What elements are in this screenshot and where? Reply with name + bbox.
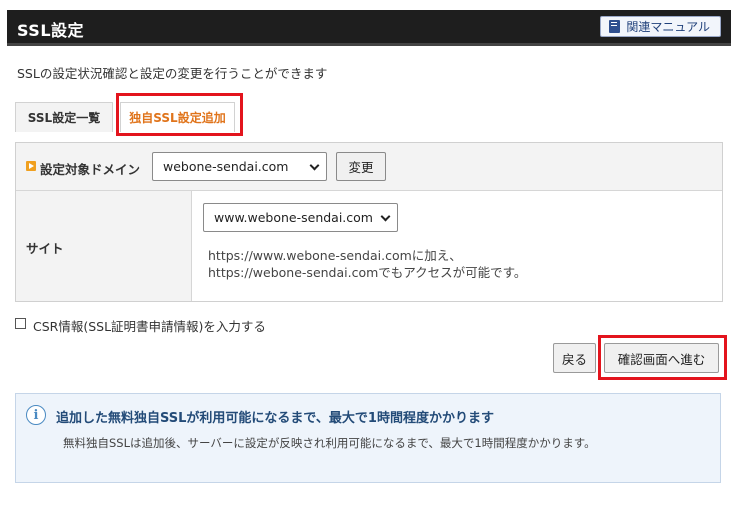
site-note-line-1: https://www.webone-sendai.comに加え、 [208,248,462,263]
info-body: 無料独自SSLは追加後、サーバーに設定が反映され利用可能になるまで、最大で1時間… [63,436,596,450]
info-icon: i [26,405,46,425]
tab-ssl-list[interactable]: SSL設定一覧 [15,102,113,132]
back-button[interactable]: 戻る [553,343,596,373]
site-note: https://www.webone-sendai.comに加え、 https:… [208,247,526,281]
domain-select[interactable]: webone-sendai.com [152,152,327,181]
ssl-form: 設定対象ドメイン webone-sendai.com 変更 サイト www.we… [15,142,723,302]
site-note-line-2: https://webone-sendai.comでもアクセスが可能です。 [208,265,527,280]
related-manual-button[interactable]: 関連マニュアル [600,16,721,37]
info-box: i 追加した無料独自SSLが利用可能になるまで、最大で1時間程度かかります 無料… [15,393,721,483]
book-icon [609,20,621,33]
csr-checkbox-label[interactable]: CSR情報(SSL証明書申請情報)を入力する [33,316,266,335]
highlight-box-tab [116,93,243,136]
site-label: サイト [26,241,64,256]
domain-select-value: webone-sendai.com [163,159,289,174]
domain-label: 設定対象ドメイン [40,162,141,177]
info-title: 追加した無料独自SSLが利用可能になるまで、最大で1時間程度かかります [56,411,494,426]
arrow-icon [26,161,36,171]
highlight-box-confirm [598,335,727,380]
site-select-value: www.webone-sendai.com [214,210,373,225]
csr-checkbox[interactable] [15,318,26,329]
site-select[interactable]: www.webone-sendai.com [203,203,398,232]
site-label-cell: サイト [16,191,192,301]
header-bar: SSL設定 関連マニュアル [7,10,731,46]
domain-row: 設定対象ドメイン webone-sendai.com 変更 [16,143,722,191]
related-manual-label: 関連マニュアル [626,20,710,34]
chevron-down-icon [309,160,320,171]
page-title: SSL設定 [17,21,85,40]
change-button[interactable]: 変更 [336,152,386,181]
page-description: SSLの設定状況確認と設定の変更を行うことができます [17,66,328,81]
chevron-down-icon [380,211,391,222]
